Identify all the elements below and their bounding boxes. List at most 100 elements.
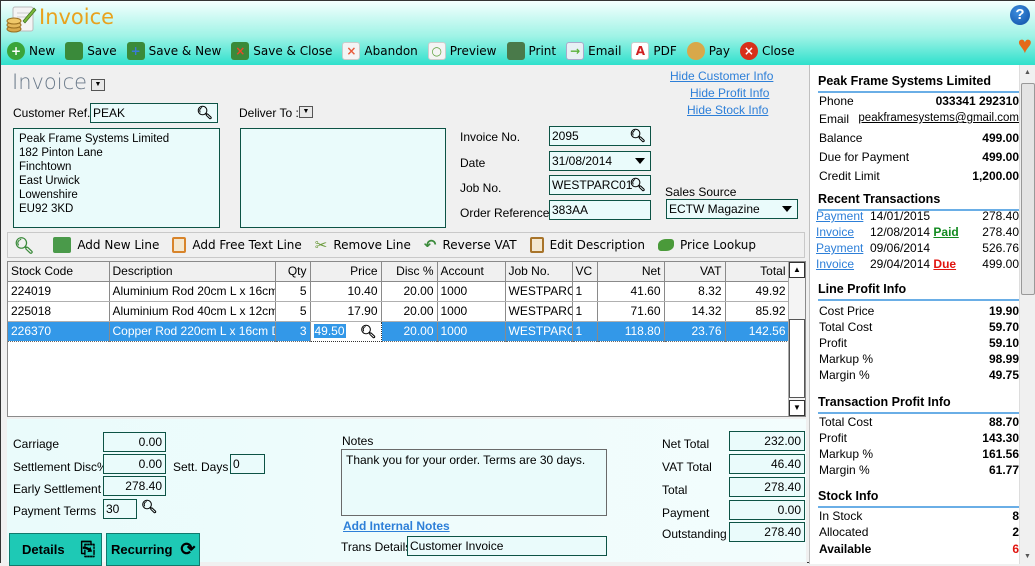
cell-net[interactable]: 41.60 bbox=[597, 281, 665, 302]
due-status-link[interactable]: Due bbox=[933, 257, 956, 271]
cell-vat[interactable]: 14.32 bbox=[664, 301, 726, 322]
cell-qty[interactable]: 3 bbox=[275, 321, 311, 342]
deliver-to-dropdown[interactable]: ▼ bbox=[299, 106, 313, 118]
transaction-link[interactable]: Payment bbox=[816, 241, 863, 255]
heart-icon[interactable]: ♥ bbox=[1018, 34, 1032, 58]
abandon-button[interactable]: × Abandon bbox=[342, 42, 418, 60]
cell-vc[interactable]: 1 bbox=[572, 321, 598, 342]
cell-vat[interactable]: 23.76 bbox=[664, 321, 726, 342]
col-header-disc[interactable]: Disc % bbox=[381, 262, 438, 282]
cell-net[interactable]: 71.60 bbox=[597, 301, 665, 322]
col-header-account[interactable]: Account bbox=[437, 262, 506, 282]
cell-account[interactable]: 1000 bbox=[437, 301, 506, 322]
scroll-up-arrow-icon[interactable]: ▲ bbox=[1024, 69, 1031, 76]
scroll-thumb[interactable] bbox=[1021, 83, 1035, 295]
cell-job-no[interactable]: WESTPARC0 bbox=[505, 301, 573, 322]
cell-job-no[interactable]: WESTPARC0 bbox=[505, 281, 573, 302]
col-header-price[interactable]: Price bbox=[310, 262, 382, 282]
search-icon[interactable]: 🔍︎ bbox=[360, 324, 377, 340]
cell-disc[interactable]: 20.00 bbox=[381, 301, 438, 322]
search-icon[interactable]: 🔍︎ bbox=[141, 499, 158, 515]
cell-stock-code[interactable]: 225018 bbox=[8, 301, 110, 322]
print-button[interactable]: Print bbox=[506, 42, 556, 60]
preview-button[interactable]: ○ Preview bbox=[427, 42, 497, 60]
scroll-up-arrow-icon[interactable]: ▲ bbox=[789, 262, 805, 278]
cell-net[interactable]: 118.80 bbox=[597, 321, 665, 342]
col-header-net[interactable]: Net bbox=[597, 262, 665, 282]
pay-button[interactable]: Pay bbox=[686, 42, 730, 60]
cell-disc[interactable]: 20.00 bbox=[381, 281, 438, 302]
trans-details-input[interactable]: Customer Invoice bbox=[407, 536, 607, 556]
customer-ref-input[interactable]: PEAK 🔍︎ bbox=[90, 103, 218, 123]
transaction-link[interactable]: Payment bbox=[816, 209, 863, 223]
table-row-selected[interactable]: 226370 Copper Rod 220cm L x 16cm D 3 49.… bbox=[8, 320, 790, 342]
cell-account[interactable]: 1000 bbox=[437, 321, 506, 342]
sidebar-scrollbar[interactable]: ▲ ▼ bbox=[1019, 65, 1035, 564]
cell-total[interactable]: 142.56 bbox=[725, 321, 790, 342]
cell-total[interactable]: 85.92 bbox=[725, 301, 790, 322]
cell-price-editor[interactable]: 49.50 🔍︎ bbox=[309, 320, 382, 342]
job-no-input[interactable]: WESTPARC01 🔍︎ bbox=[549, 175, 651, 195]
notes-textarea[interactable]: Thank you for your order. Terms are 30 d… bbox=[341, 449, 607, 516]
search-icon[interactable]: 🔍︎ bbox=[629, 177, 646, 193]
early-settlement-input[interactable]: 278.40 bbox=[103, 476, 166, 496]
search-icon[interactable]: 🔍︎ bbox=[196, 105, 213, 121]
edit-description-button[interactable]: Edit Description bbox=[529, 237, 645, 253]
scroll-down-arrow-icon[interactable]: ▼ bbox=[789, 400, 805, 416]
deliver-address[interactable] bbox=[240, 128, 446, 228]
cell-vc[interactable]: 1 bbox=[572, 301, 598, 322]
sett-days-input[interactable]: 0 bbox=[230, 454, 265, 474]
save-and-new-button[interactable]: + Save & New bbox=[126, 42, 221, 60]
cell-stock-code[interactable]: 226370 bbox=[8, 321, 110, 342]
cell-price[interactable]: 10.40 bbox=[310, 281, 382, 302]
hide-profit-info-link[interactable]: Hide Profit Info bbox=[690, 86, 769, 100]
carriage-input[interactable]: 0.00 bbox=[103, 432, 166, 452]
reverse-vat-button[interactable]: ↶ Reverse VAT bbox=[424, 236, 517, 254]
cell-description[interactable]: Copper Rod 220cm L x 16cm D bbox=[109, 321, 276, 342]
price-edit-value[interactable]: 49.50 bbox=[313, 324, 346, 338]
hide-stock-info-link[interactable]: Hide Stock Info bbox=[687, 103, 768, 117]
cell-stock-code[interactable]: 224019 bbox=[8, 281, 110, 302]
col-header-total[interactable]: Total bbox=[725, 262, 790, 282]
cell-vc[interactable]: 1 bbox=[572, 281, 598, 302]
line-search-button[interactable]: 🔍︎ bbox=[14, 236, 40, 255]
help-icon[interactable]: ? bbox=[1010, 5, 1030, 25]
payment-terms-input[interactable]: 30 bbox=[103, 499, 137, 519]
cell-description[interactable]: Aluminium Rod 20cm L x 16cm D bbox=[109, 281, 276, 302]
table-row[interactable]: 225018 Aluminium Rod 40cm L x 12cm D 5 1… bbox=[8, 301, 790, 322]
hide-customer-info-link[interactable]: Hide Customer Info bbox=[670, 69, 773, 83]
new-button[interactable]: + New bbox=[7, 42, 55, 60]
search-icon[interactable]: 🔍︎ bbox=[629, 128, 646, 144]
pdf-button[interactable]: A PDF bbox=[631, 42, 677, 60]
save-and-close-button[interactable]: × Save & Close bbox=[231, 42, 332, 60]
order-reference-input[interactable]: 383AA bbox=[549, 200, 651, 220]
chevron-down-icon[interactable] bbox=[635, 158, 645, 164]
cell-qty[interactable]: 5 bbox=[275, 281, 311, 302]
transaction-link[interactable]: Invoice bbox=[816, 257, 854, 271]
col-header-vat[interactable]: VAT bbox=[664, 262, 726, 282]
cell-total[interactable]: 49.92 bbox=[725, 281, 790, 302]
col-header-vc[interactable]: VC bbox=[572, 262, 598, 282]
cell-account[interactable]: 1000 bbox=[437, 281, 506, 302]
transaction-link[interactable]: Invoice bbox=[816, 225, 854, 239]
scroll-down-arrow-icon[interactable]: ▼ bbox=[1024, 553, 1031, 560]
customer-address[interactable]: Peak Frame Systems Limited 182 Pinton La… bbox=[13, 128, 220, 228]
col-header-qty[interactable]: Qty bbox=[275, 262, 311, 282]
cell-job-no[interactable]: WESTPARC0 bbox=[505, 321, 573, 342]
remove-line-button[interactable]: ✂ Remove Line bbox=[315, 236, 411, 254]
email-link[interactable]: peakframesystems@gmail.com bbox=[858, 112, 1019, 126]
cell-price[interactable]: 17.90 bbox=[310, 301, 382, 322]
cell-vat[interactable]: 8.32 bbox=[664, 281, 726, 302]
sales-source-select[interactable]: ECTW Magazine bbox=[666, 199, 798, 219]
scroll-thumb[interactable] bbox=[789, 319, 805, 398]
settlement-disc-input[interactable]: 0.00 bbox=[103, 454, 166, 474]
add-new-line-button[interactable]: Add New Line bbox=[53, 237, 159, 253]
grid-scrollbar[interactable]: ▲ ▼ bbox=[788, 262, 805, 416]
email-button[interactable]: → Email bbox=[566, 42, 621, 60]
price-lookup-button[interactable]: Price Lookup bbox=[657, 238, 756, 252]
recurring-button[interactable]: Recurring ⟳ bbox=[106, 533, 200, 566]
paid-status-link[interactable]: Paid bbox=[933, 225, 958, 239]
col-header-stock-code[interactable]: Stock Code bbox=[8, 262, 110, 282]
chevron-down-icon[interactable] bbox=[782, 206, 792, 212]
close-button[interactable]: × Close bbox=[739, 42, 795, 60]
